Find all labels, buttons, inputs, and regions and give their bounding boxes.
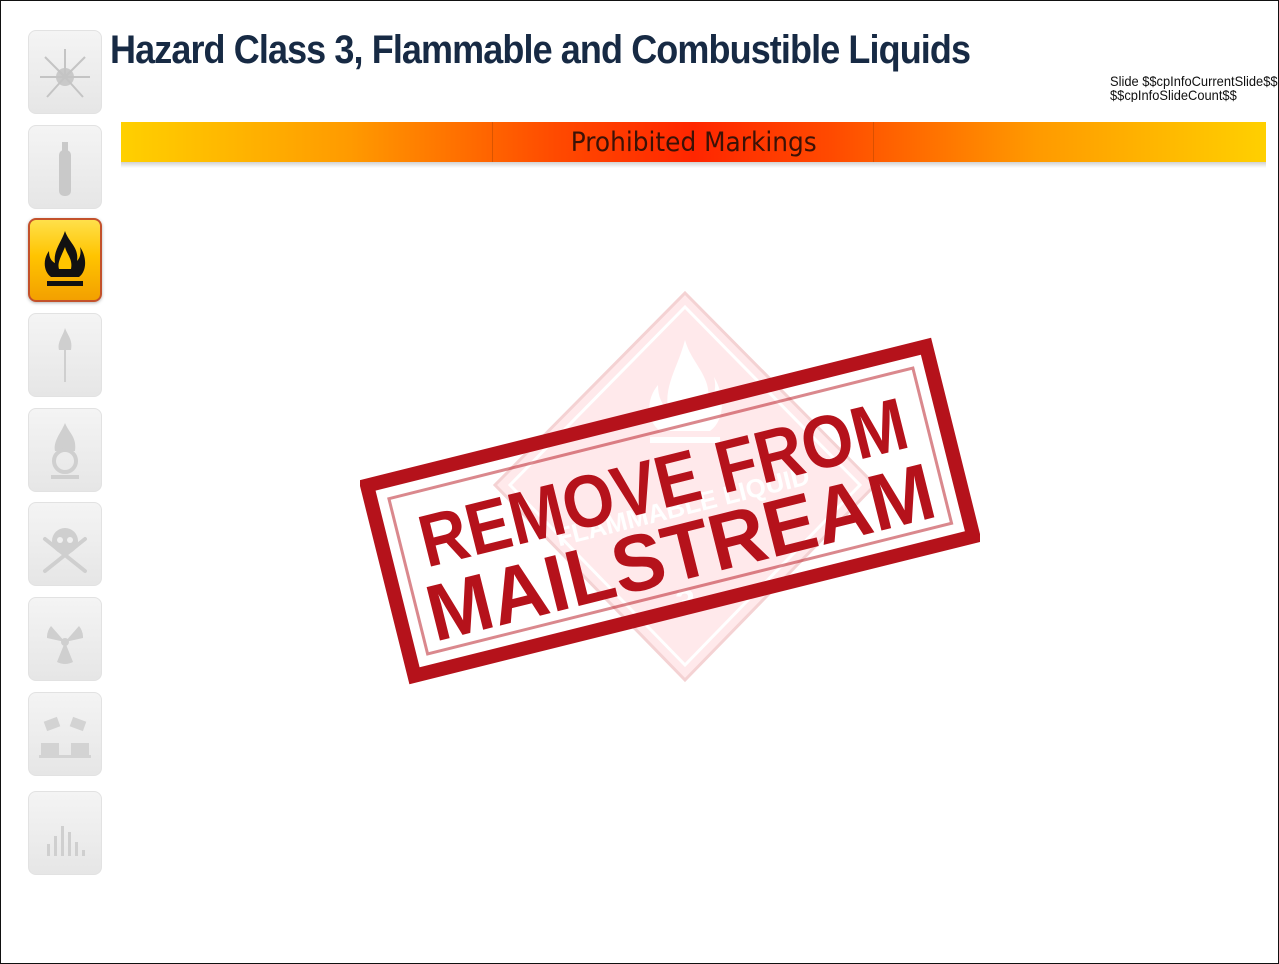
sidebar-item-explosives[interactable] <box>28 30 102 114</box>
sidebar-item-miscellaneous[interactable] <box>28 791 102 875</box>
slide-counter: Slide $$cpInfoCurrentSlide$$ $$cpInfoSli… <box>1110 74 1279 102</box>
sidebar-item-radioactive[interactable] <box>28 597 102 681</box>
slide-counter-current: Slide $$cpInfoCurrentSlide$$ <box>1110 74 1278 89</box>
sidebar-item-flammable-liquids[interactable] <box>28 218 102 302</box>
gas-cylinder-icon <box>59 142 71 196</box>
sidebar-item-corrosives[interactable] <box>28 692 102 776</box>
sidebar-item-flammable-solids[interactable] <box>28 313 102 397</box>
remove-from-mailstream-graphic: FLAMMABLE LIQUID 3 REMOVE FROM MAILSTREA… <box>358 285 982 715</box>
oxidizer-icon <box>51 423 79 479</box>
subtitle-bar: Prohibited Markings <box>121 122 1266 168</box>
flammable-solid-icon <box>58 328 72 382</box>
subtitle-text: Prohibited Markings <box>570 127 817 158</box>
subtitle: Prohibited Markings <box>121 127 1266 158</box>
page-title: Hazard Class 3, Flammable and Combustibl… <box>110 28 971 72</box>
flame-icon <box>44 231 86 286</box>
sidebar-item-gases[interactable] <box>28 125 102 209</box>
slide-counter-total: $$cpInfoSlideCount$$ <box>1110 87 1237 102</box>
sidebar-item-oxidizers[interactable] <box>28 408 102 492</box>
radioactive-icon <box>46 626 84 664</box>
explosive-icon <box>40 49 90 98</box>
corrosive-icon <box>39 716 91 758</box>
sidebar-item-poisons[interactable] <box>28 502 102 586</box>
skull-crossbones-icon <box>43 528 87 573</box>
miscellaneous-icon <box>47 826 85 856</box>
